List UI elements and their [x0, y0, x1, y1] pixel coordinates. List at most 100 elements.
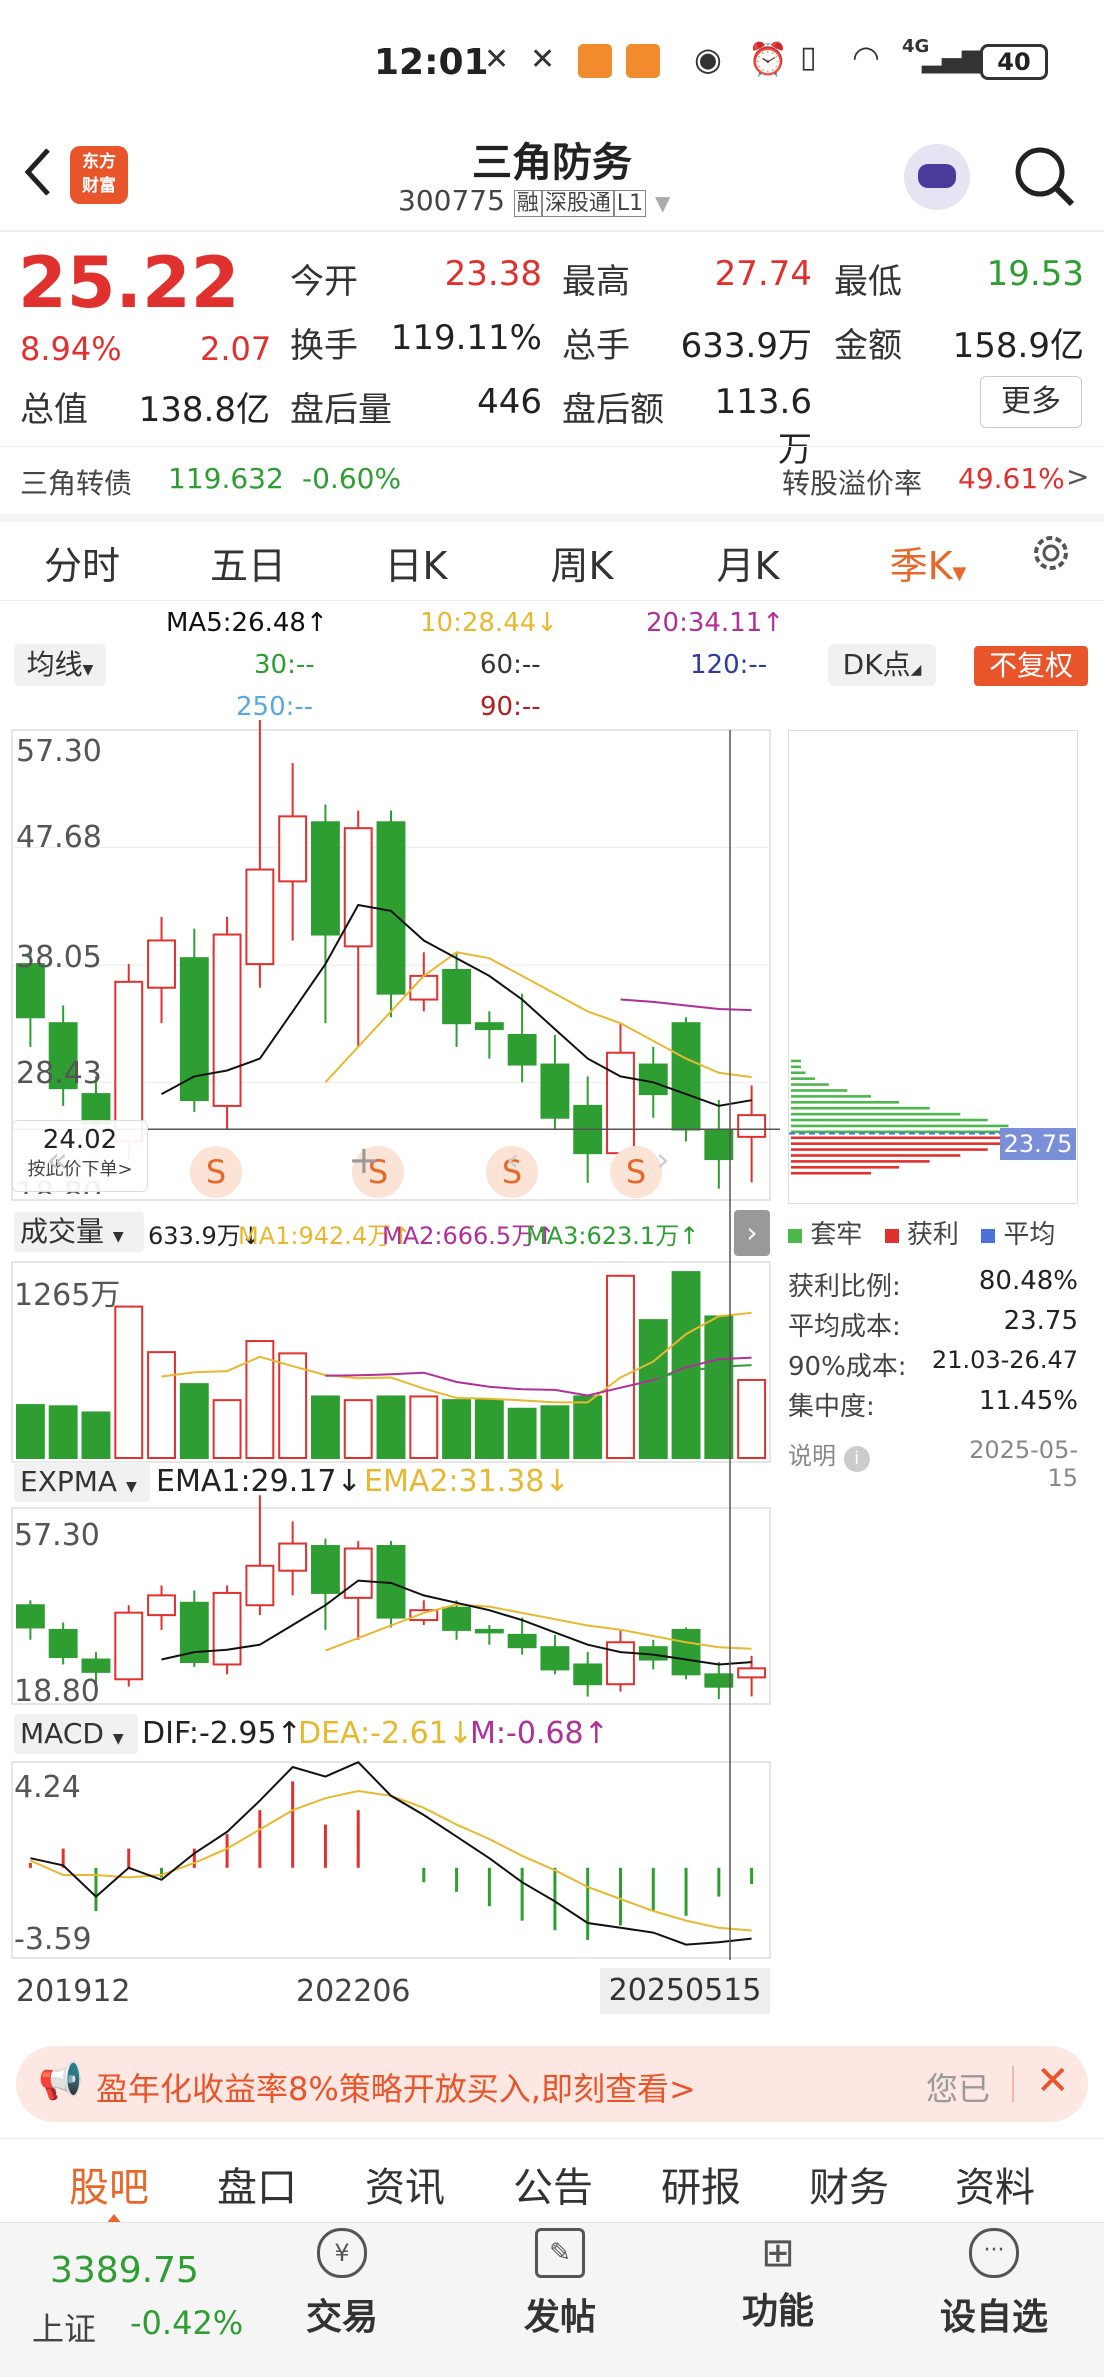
tab-intraday[interactable]: 分时 — [12, 535, 152, 590]
battery-icon: 40 — [980, 44, 1048, 80]
more-button[interactable]: 更多 — [980, 376, 1082, 428]
kline-chart-area[interactable] — [0, 720, 780, 2040]
back-button[interactable] — [18, 140, 58, 200]
chip-bar — [791, 1095, 871, 1098]
volume-selector[interactable]: 成交量 ▼ — [14, 1212, 144, 1252]
tab-research[interactable]: 研报 — [636, 2155, 766, 2213]
chip-stat-label: 集中度: — [788, 1392, 875, 1422]
expma-candle — [278, 1542, 308, 1572]
expma-candle — [606, 1641, 635, 1686]
quote-value-high: 27.74 — [714, 254, 812, 294]
ema2-legend: EMA2:31.38↓ — [364, 1464, 570, 1499]
tab-five-day[interactable]: 五日 — [178, 535, 318, 590]
ma20-legend: 20:34.11↑ — [646, 608, 785, 638]
tab-forum[interactable]: 股吧 — [44, 2155, 174, 2213]
legend-profit-label: 获利 — [906, 1220, 959, 1250]
step-left-icon[interactable]: ‹ — [506, 1140, 520, 1180]
change-amount: 2.07 — [200, 330, 272, 368]
nav-post[interactable]: ✎ 发帖 — [480, 2218, 640, 2340]
red-packet-icon — [578, 44, 612, 78]
volume-bar — [48, 1405, 78, 1459]
tab-news[interactable]: 资讯 — [340, 2155, 470, 2213]
chevron-right-icon: > — [117, 1159, 133, 1180]
tab-profile[interactable]: 资料 — [930, 2155, 1060, 2213]
expma-candle — [474, 1628, 504, 1634]
expma-selector[interactable]: EXPMA ▼ — [14, 1462, 150, 1502]
expma-candle — [245, 1564, 275, 1607]
expma-candle — [15, 1604, 45, 1629]
nav-add-watchlist[interactable]: ··· 设自选 — [914, 2218, 1074, 2340]
zoom-in-icon[interactable]: + — [348, 1138, 380, 1182]
chip-note-link[interactable]: 说明 i — [788, 1436, 870, 1472]
x-axis-label: 202206 — [296, 1974, 411, 2009]
nav-trade[interactable]: ¥ 交易 — [262, 2218, 422, 2340]
tab-announcements[interactable]: 公告 — [488, 2155, 618, 2213]
ma-selector[interactable]: 均线▼ — [14, 644, 106, 686]
quote-label-market-cap: 总值 — [20, 390, 88, 430]
tab-quarterly-k[interactable]: 季K▼ — [858, 535, 998, 590]
logo-text-line: 东方 — [82, 152, 116, 172]
chart-settings-button[interactable] — [1026, 528, 1076, 578]
tab-weekly-k[interactable]: 周K — [512, 535, 652, 590]
macd-selector-label: MACD — [20, 1717, 104, 1750]
notification-icon: ✕ — [484, 42, 510, 77]
x-axis-label: 201912 — [16, 1974, 131, 2009]
sell-signal-mark[interactable]: S — [610, 1146, 662, 1198]
promo-banner[interactable]: 📢 盈年化收益率8%策略开放买入,即刻查看> 您已 ✕ — [16, 2046, 1088, 2122]
expma-candle — [573, 1663, 603, 1686]
crosshair-price-box[interactable]: 24.02 按此价下单> — [12, 1120, 148, 1192]
tab-monthly-k[interactable]: 月K — [678, 535, 818, 590]
volume-y-max: 1265万 — [14, 1278, 121, 1313]
search-icon — [1015, 147, 1075, 207]
x-axis-current-date: 20250515 — [608, 1973, 762, 2008]
chip-bar — [791, 1136, 1020, 1140]
quote-value-market-cap: 138.8亿 — [138, 390, 270, 430]
tab-financials[interactable]: 财务 — [784, 2155, 914, 2213]
quote-value-low: 19.53 — [986, 254, 1084, 294]
collapse-panel-button[interactable]: › — [734, 1210, 770, 1256]
ma20-line — [620, 998, 752, 1012]
candle — [737, 1114, 767, 1138]
volume-bar — [310, 1395, 340, 1460]
convertible-bond-row[interactable]: 三角转债 119.632 -0.60% 转股溢价率 49.61% > — [0, 450, 1104, 510]
expma-candle — [212, 1591, 242, 1666]
expma-y-label: 57.30 — [14, 1518, 100, 1553]
close-icon[interactable]: ✕ — [1036, 2058, 1070, 2104]
candle — [114, 980, 144, 1143]
volume-ma3-line — [653, 1364, 752, 1379]
tab-order-book[interactable]: 盘口 — [192, 2155, 322, 2213]
dk-point-button[interactable]: DK点◢ — [828, 644, 936, 686]
change-percent: 8.94% — [20, 330, 122, 368]
quote-value-volume: 633.9万 — [680, 326, 812, 366]
main-y-label: 28.43 — [16, 1056, 102, 1091]
nav-functions[interactable]: ⊞ 功能 — [698, 2218, 858, 2334]
chip-bar — [791, 1065, 801, 1069]
scroll-left-icon[interactable]: « — [46, 1140, 68, 1181]
candle — [540, 1063, 570, 1119]
macd-y-label: 4.24 — [14, 1770, 81, 1805]
expma-candle — [114, 1611, 144, 1681]
index-ticker[interactable]: 3389.75 上证 -0.42% — [20, 2236, 250, 2366]
robot-icon — [918, 164, 956, 188]
step-right-icon[interactable]: › — [656, 1140, 670, 1180]
macd-selector[interactable]: MACD ▼ — [14, 1714, 138, 1754]
index-value: 3389.75 — [50, 2250, 199, 2291]
candle — [147, 939, 176, 989]
chip-bar — [791, 1166, 899, 1169]
no-adjust-button[interactable]: 不复权 — [974, 646, 1088, 686]
bond-name: 三角转债 — [20, 467, 133, 500]
candle — [606, 1051, 635, 1155]
main-y-label: 47.68 — [16, 820, 102, 855]
volume-bar — [507, 1407, 537, 1460]
order-at-price-label: 按此价下单 — [27, 1159, 118, 1180]
tab-daily-k[interactable]: 日K — [346, 535, 486, 590]
search-button[interactable] — [1010, 142, 1080, 212]
badge-connect: 深股通 — [541, 190, 614, 217]
legend-trapped-swatch — [788, 1229, 802, 1243]
candle — [507, 1034, 537, 1066]
megaphone-icon: 📢 — [38, 2061, 83, 2102]
stock-code-row[interactable]: 300775 融深股通 L1 ▼ — [398, 184, 718, 217]
robot-avatar-button[interactable] — [904, 144, 970, 210]
sell-signal-mark[interactable]: S — [190, 1146, 242, 1198]
chip-bar — [791, 1083, 829, 1086]
